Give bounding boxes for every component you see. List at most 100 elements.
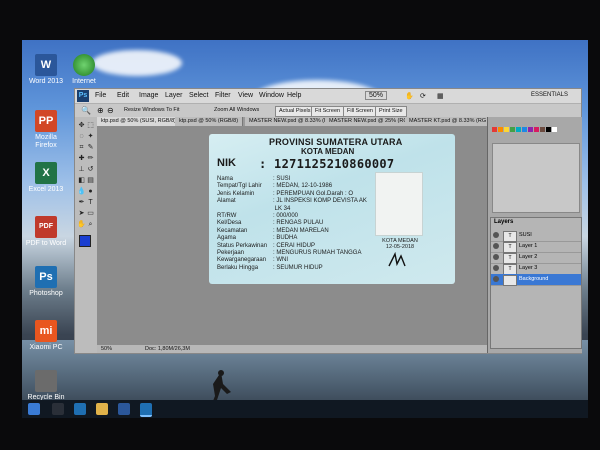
pen-tool-icon[interactable]: ✒ (77, 198, 86, 207)
brush-tool-icon[interactable]: ✏ (86, 154, 95, 163)
menu-window[interactable]: Window (259, 92, 284, 99)
desktop-icon-label: Internet (72, 78, 96, 85)
zoom-in-icon[interactable]: ⊕ (97, 106, 104, 115)
marquee-tool-icon[interactable]: ⬚ (86, 121, 95, 130)
menu-image[interactable]: Image (139, 92, 158, 99)
menu-view[interactable]: View (238, 92, 253, 99)
swatch[interactable] (528, 127, 533, 132)
status-zoom[interactable]: 50% (101, 345, 112, 353)
file-explorer-icon[interactable] (96, 403, 108, 415)
id-field-row: Alamat: JL INSPEKSI KOMP DEVISTA AK (217, 198, 367, 205)
toolbox: ✥ ⬚ ◌ ✦ ⌗ ✎ ✚ ✏ ⊥ ↺ ◧ ▤ 💧 ● ✒ T ➤ ▭ ✋ ⌕ (75, 117, 98, 353)
desktop-icon-powerpoint[interactable]: PP Mozilla Firefox (24, 110, 68, 150)
desktop-icon-photoshop[interactable]: Ps Photoshop (24, 266, 68, 298)
id-card-nik: : 1271125210860007 (259, 157, 395, 171)
xiaomi-icon: mi (35, 320, 57, 342)
canvas-area[interactable]: PROVINSI SUMATERA UTARA KOTA MEDAN NIK :… (97, 126, 487, 345)
tab-ktp[interactable]: ktp.psd @ 50% (RGB/8) (175, 117, 244, 126)
store-icon[interactable] (118, 403, 130, 415)
layers-panel-title: Layers (494, 219, 514, 225)
id-card-sign-date: 12-05-2018 (385, 244, 415, 250)
tab-ktp-susi[interactable]: ktp.psd @ 50% (SUSI, RGB/8) (97, 117, 181, 126)
workspace-switcher[interactable]: ESSENTIALS (531, 92, 568, 98)
zoom-dropdown[interactable]: 50% (365, 91, 388, 100)
swatch[interactable] (498, 127, 503, 132)
recycle-bin-icon (35, 370, 57, 392)
clone-stamp-icon[interactable]: ⊥ (77, 165, 86, 174)
id-card-image: PROVINSI SUMATERA UTARA KOTA MEDAN NIK :… (209, 134, 455, 284)
tab-master-kt[interactable]: MASTER KT.psd @ 8.33% (RG (405, 117, 492, 126)
menu-select[interactable]: Select (189, 92, 208, 99)
right-panels: Layers T SUSI T Layer 1 T Layer 2 T Laye… (487, 117, 582, 353)
visibility-eye-icon[interactable] (493, 276, 499, 282)
zoom-tool-icon[interactable]: ⌕ (86, 220, 95, 229)
move-tool-icon[interactable]: ✥ (77, 121, 86, 130)
visibility-eye-icon[interactable] (493, 254, 499, 260)
history-brush-icon[interactable]: ↺ (86, 165, 95, 174)
menu-help[interactable]: Help (287, 92, 301, 99)
eraser-tool-icon[interactable]: ◧ (77, 176, 86, 185)
id-card-sign-block: KOTA MEDAN 12-05-2018 (375, 238, 425, 250)
desktop-icon-pdf[interactable]: PDF PDF to Word (24, 216, 68, 248)
fit-screen-button[interactable]: Fit Screen (311, 106, 345, 117)
tab-master-new-1[interactable]: MASTER NEW.psd @ 8.33% (R (245, 117, 333, 126)
swatch[interactable] (522, 127, 527, 132)
layer-name: Layer 3 (519, 265, 538, 271)
swatch[interactable] (546, 127, 551, 132)
arrange-documents-icon[interactable]: ▦ (437, 92, 444, 100)
magic-wand-icon[interactable]: ✦ (86, 132, 95, 141)
fill-screen-button[interactable]: Fill Screen (343, 106, 377, 117)
type-tool-icon[interactable]: T (86, 198, 95, 207)
swatch[interactable] (504, 127, 509, 132)
visibility-eye-icon[interactable] (493, 232, 499, 238)
desktop-icon-recycle-bin[interactable]: Recycle Bin (24, 370, 68, 402)
zoom-tool-icon[interactable]: 🔍 (81, 106, 91, 115)
lasso-tool-icon[interactable]: ◌ (77, 132, 86, 141)
menu-layer[interactable]: Layer (165, 92, 183, 99)
print-size-button[interactable]: Print Size (375, 106, 407, 117)
crop-tool-icon[interactable]: ⌗ (77, 143, 86, 152)
id-field-row: Jenis Kelamin: PEREMPUAN Gol.Darah : O (217, 190, 354, 197)
foreground-color-swatch[interactable] (79, 235, 91, 247)
id-field-row: RT/RW: 000/000 (217, 213, 299, 220)
photoshop-taskbar-icon[interactable] (140, 403, 152, 417)
pdf-icon: PDF (35, 216, 57, 238)
shape-tool-icon[interactable]: ▭ (86, 209, 95, 218)
start-button-icon[interactable] (28, 403, 40, 415)
swatch[interactable] (534, 127, 539, 132)
hand-tool-icon[interactable]: ✋ (405, 92, 414, 100)
desktop-icon-xiaomi[interactable]: mi Xiaomi PC (24, 320, 68, 352)
photoshop-window[interactable]: Ps File Edit Image Layer Select Filter V… (74, 88, 582, 354)
actual-pixels-button[interactable]: Actual Pixels (275, 106, 315, 117)
layer-row-selected[interactable]: Background (491, 274, 581, 286)
id-field-row: Status Perkawinan: CERAI HIDUP (217, 242, 316, 249)
swatch[interactable] (516, 127, 521, 132)
id-field-row: Kel/Desa: RENGAS PULAU (217, 220, 324, 227)
swatch[interactable] (492, 127, 497, 132)
tab-master-new-2[interactable]: MASTER NEW.psd @ 25% (RGB (325, 117, 417, 126)
edge-icon[interactable] (74, 403, 86, 415)
desktop-icon-label: Word 2013 (28, 78, 64, 85)
desktop-icon-excel[interactable]: X Excel 2013 (24, 162, 68, 194)
blur-tool-icon[interactable]: 💧 (77, 187, 86, 196)
visibility-eye-icon[interactable] (493, 243, 499, 249)
menu-file[interactable]: File (95, 92, 106, 99)
healing-brush-icon[interactable]: ✚ (77, 154, 86, 163)
resize-windows-checkbox[interactable]: Resize Windows To Fit (121, 106, 183, 115)
swatch[interactable] (510, 127, 515, 132)
rotate-view-icon[interactable]: ⟳ (420, 92, 426, 100)
eyedropper-icon[interactable]: ✎ (86, 143, 95, 152)
zoom-out-icon[interactable]: ⊖ (107, 106, 114, 115)
desktop-icon-idm[interactable]: Internet (62, 54, 106, 86)
menu-filter[interactable]: Filter (215, 92, 231, 99)
search-icon[interactable] (52, 403, 64, 415)
hand-tool-icon[interactable]: ✋ (77, 220, 86, 229)
swatch[interactable] (552, 127, 557, 132)
menu-edit[interactable]: Edit (117, 92, 129, 99)
zoom-all-windows-checkbox[interactable]: Zoom All Windows (211, 106, 262, 115)
gradient-tool-icon[interactable]: ▤ (86, 176, 95, 185)
swatch[interactable] (540, 127, 545, 132)
dodge-tool-icon[interactable]: ● (86, 187, 95, 196)
visibility-eye-icon[interactable] (493, 265, 499, 271)
path-selection-icon[interactable]: ➤ (77, 209, 86, 218)
